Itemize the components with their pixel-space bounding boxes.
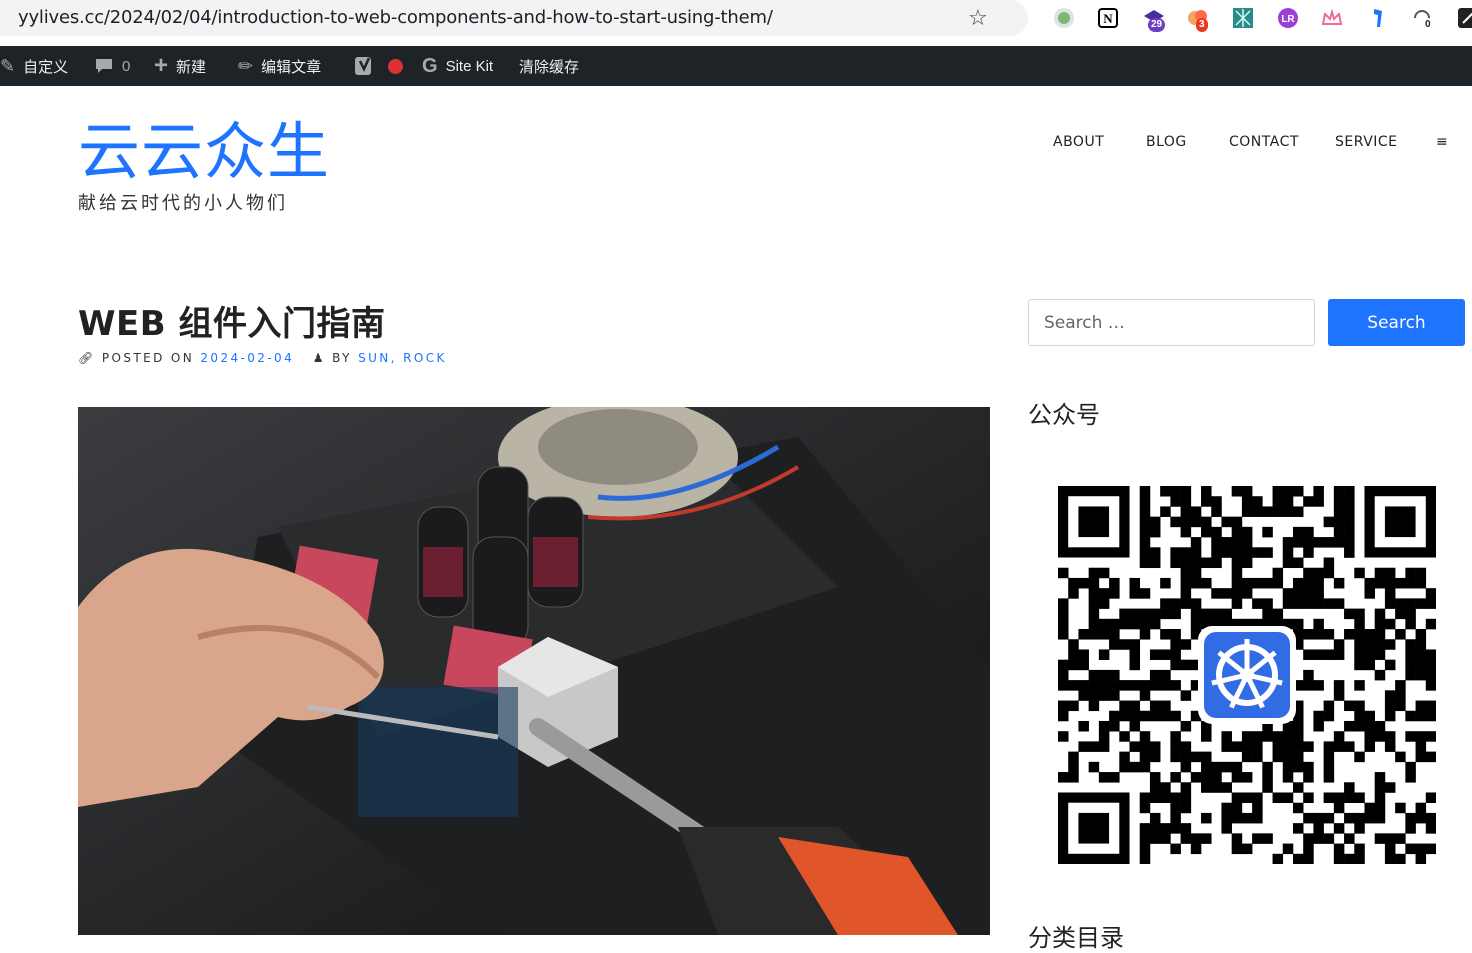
by-label: BY <box>332 351 352 365</box>
sitekit-link[interactable]: G Site Kit <box>422 46 493 86</box>
post-meta: 🔗︎ POSTED ON 2024-02-04 ♟ BY SUN, ROCK <box>78 351 447 365</box>
edit-post-link[interactable]: ✏ 编辑文章 <box>238 46 321 86</box>
notion-icon[interactable]: N <box>1096 6 1120 30</box>
extension-crown-icon[interactable] <box>1320 6 1344 30</box>
clear-cache-link[interactable]: 清除缓存 <box>519 46 579 86</box>
qr-code-image <box>1058 486 1437 865</box>
new-content-link[interactable]: + 新建 <box>154 46 206 86</box>
sitekit-label: Site Kit <box>445 57 494 75</box>
address-bar[interactable]: yylives.cc/2024/02/04/introduction-to-we… <box>0 0 1028 36</box>
nav-about[interactable]: ABOUT <box>1053 134 1104 150</box>
plus-icon: + <box>154 52 169 79</box>
wp-admin-bar: ✎ 自定义 0 + 新建 ✏ 编辑文章 G Site Kit 清除缓存 <box>0 46 1472 86</box>
qr-code <box>1058 486 1437 865</box>
yoast-menu[interactable] <box>354 46 403 86</box>
author-icon: ♟ <box>312 351 326 365</box>
browser-toolbar: yylives.cc/2024/02/04/introduction-to-we… <box>0 0 1472 46</box>
svg-text:N: N <box>1103 11 1113 26</box>
clear-cache-label: 清除缓存 <box>519 58 580 76</box>
svg-text:LR: LR <box>1281 14 1295 25</box>
nav-blog[interactable]: BLOG <box>1146 134 1187 150</box>
comment-icon <box>96 59 112 73</box>
edit-label: 编辑文章 <box>261 58 322 76</box>
extension-blue-flag-icon[interactable] <box>1366 6 1390 30</box>
seo-status-dot-icon <box>388 58 403 74</box>
url-text[interactable]: yylives.cc/2024/02/04/introduction-to-we… <box>18 7 773 28</box>
post-title: WEB 组件入门指南 <box>78 304 386 344</box>
search-input[interactable] <box>1028 299 1315 346</box>
extension-hat-icon[interactable]: 29 <box>1142 6 1166 32</box>
customize-link[interactable]: ✎ 自定义 <box>0 46 68 86</box>
search-button[interactable]: Search <box>1328 299 1465 346</box>
customize-label: 自定义 <box>23 58 69 76</box>
extension-refresh-icon[interactable]: 0 <box>1410 6 1434 32</box>
comments-link[interactable]: 0 <box>94 46 130 86</box>
badge-count: 0 <box>1422 18 1434 32</box>
yoast-icon <box>355 57 371 75</box>
badge-count: 3 <box>1196 18 1208 32</box>
featured-image <box>78 407 990 935</box>
link-icon: 🔗︎ <box>78 351 96 365</box>
posted-on-label: POSTED ON <box>101 351 195 365</box>
nav-contact[interactable]: CONTACT <box>1229 134 1299 150</box>
bookmark-star-icon[interactable]: ☆ <box>968 5 988 31</box>
site-description: 献给云时代的小人物们 <box>78 193 288 214</box>
extension-cloud-icon[interactable]: 3 <box>1186 6 1210 32</box>
menu-toggle-icon[interactable]: ≡ <box>1436 134 1448 150</box>
brush-icon: ✎ <box>0 55 16 76</box>
google-g-icon: G <box>422 54 438 77</box>
extension-purple-circle-icon[interactable]: LR <box>1276 6 1300 30</box>
nav-service[interactable]: SERVICE <box>1335 134 1398 150</box>
comments-count: 0 <box>122 57 131 75</box>
site-title[interactable]: 云云众生 <box>78 116 330 188</box>
pencil-icon: ✏ <box>238 55 254 76</box>
new-label: 新建 <box>176 58 207 76</box>
extension-green-dot-icon[interactable] <box>1052 6 1076 30</box>
wechat-widget-title: 公众号 <box>1028 401 1100 429</box>
extension-dark-icon[interactable] <box>1456 6 1472 30</box>
badge-count: 29 <box>1148 18 1166 32</box>
categories-widget-title: 分类目录 <box>1028 924 1124 952</box>
extension-network-icon[interactable] <box>1231 6 1255 30</box>
post-date-link[interactable]: 2024-02-04 <box>200 351 294 365</box>
author-links[interactable]: SUN, ROCK <box>358 351 447 365</box>
